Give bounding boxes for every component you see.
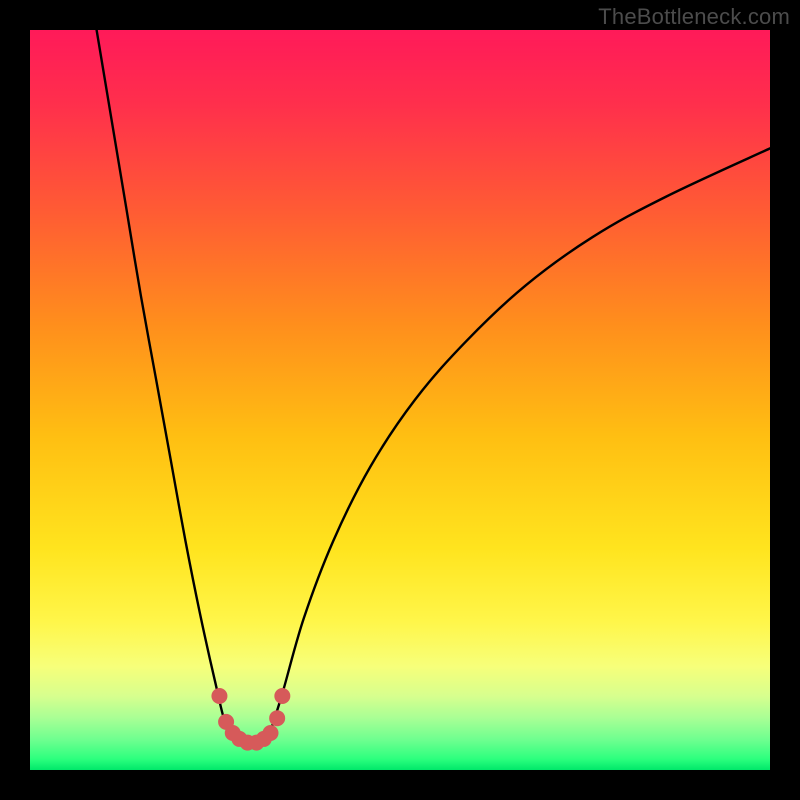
valley-marker-dot (263, 725, 279, 741)
valley-marker-dot (211, 688, 227, 704)
watermark-text: TheBottleneck.com (598, 4, 790, 30)
chart-background (30, 30, 770, 770)
chart-plot-area (30, 30, 770, 770)
valley-marker-dot (274, 688, 290, 704)
chart-frame (0, 0, 800, 800)
chart-svg (30, 30, 770, 770)
valley-marker-dot (269, 710, 285, 726)
